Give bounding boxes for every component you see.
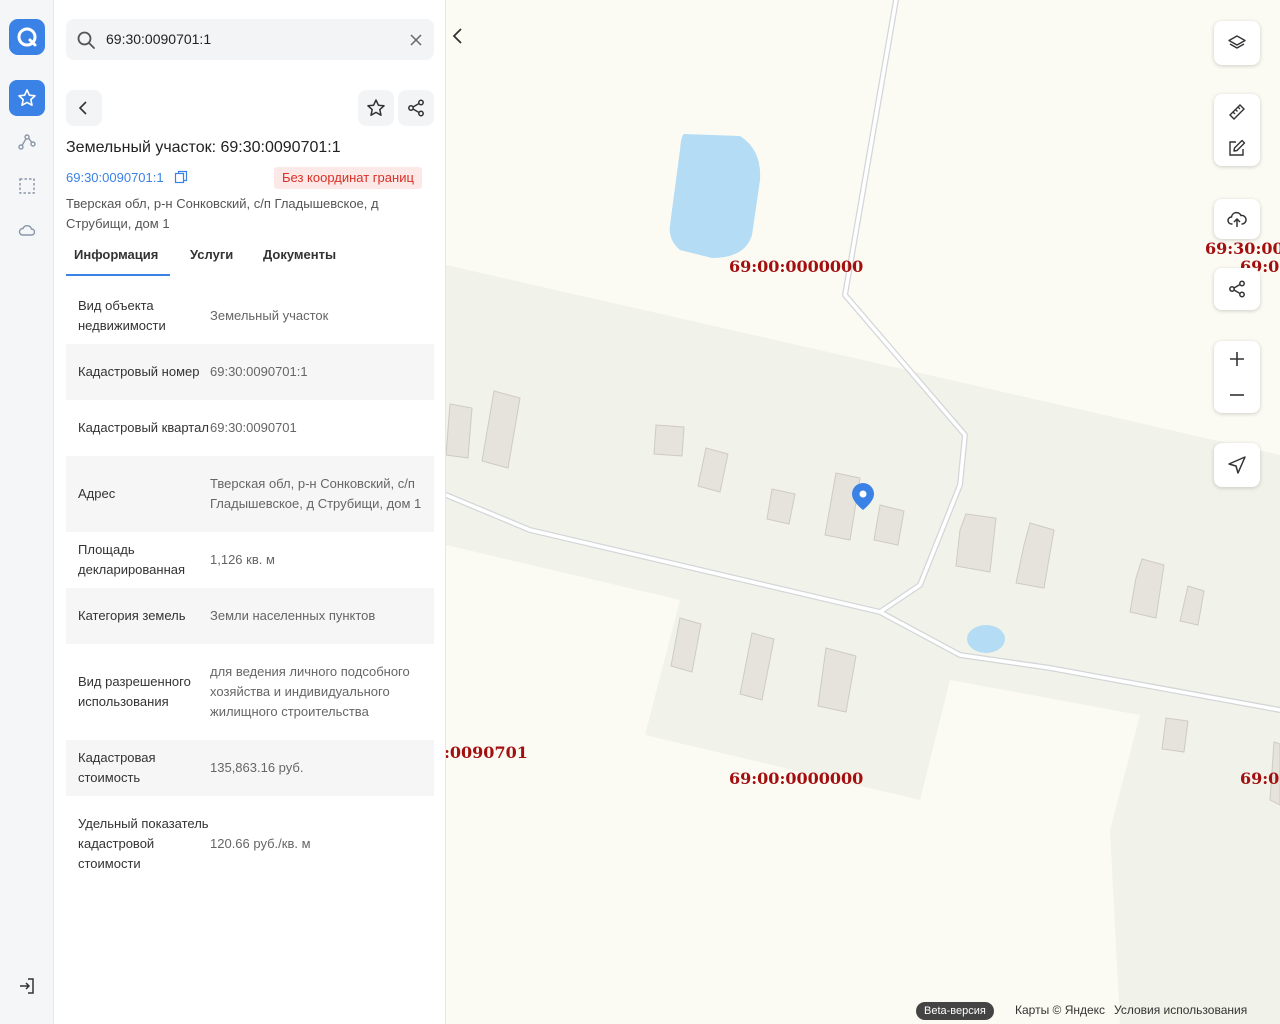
table-row: Вид объекта недвижимости Земельный участ…	[66, 288, 434, 344]
cloud-nav-button[interactable]	[9, 212, 45, 248]
star-icon	[367, 99, 385, 116]
layers-icon	[1228, 35, 1246, 49]
row-key: Кадастровая стоимость	[78, 750, 156, 785]
login-icon	[20, 978, 34, 994]
tab-services[interactable]: Услуги	[190, 240, 233, 276]
pond	[967, 625, 1005, 653]
search-icon	[77, 31, 95, 49]
row-value: Земельный участок	[210, 308, 329, 323]
polyline-icon	[18, 134, 36, 150]
row-value: 1,126 кв. м	[210, 552, 275, 567]
plus-icon	[1230, 352, 1244, 366]
map-label-quarter: 69:00:0000000	[729, 769, 864, 788]
table-row: Площадь декларированная 1,126 кв. м	[66, 532, 434, 588]
measure-tools	[1214, 94, 1260, 166]
map-label-quarter: 69:00:0000000	[729, 257, 864, 276]
row-key: Удельный показатель кадастровой стоимост…	[78, 816, 209, 871]
row-key: Вид разрешенного использования	[78, 674, 191, 709]
no-boundaries-badge: Без координат границ	[274, 167, 422, 189]
layers-button[interactable]	[1214, 21, 1260, 65]
table-row: Удельный показатель кадастровой стоимост…	[66, 796, 434, 892]
cadastral-number-link[interactable]: 69:30:0090701:1	[66, 170, 164, 185]
row-value: 69:30:0090701:1	[210, 364, 308, 379]
row-key: Кадастровый номер	[78, 364, 200, 379]
minus-icon	[1230, 394, 1244, 396]
logout-button[interactable]	[9, 968, 45, 1004]
map-label-quarter: 69:30:00	[1205, 239, 1280, 258]
table-row: Адрес Тверская обл, р-н Сонковский, с/п …	[66, 456, 434, 532]
table-row: Кадастровый квартал 69:30:0090701	[66, 400, 434, 456]
terms-link[interactable]: Условия использования	[1114, 1003, 1247, 1017]
row-value: 135,863.16 руб.	[210, 760, 304, 775]
info-table: Вид объекта недвижимости Земельный участ…	[66, 288, 434, 892]
dashed-square-icon	[19, 178, 35, 194]
geolocation-button[interactable]	[1214, 443, 1260, 487]
row-key: Площадь декларированная	[78, 542, 186, 577]
ruler-icon	[1229, 104, 1245, 120]
zoom-controls	[1214, 341, 1260, 413]
map-share-button[interactable]	[1214, 268, 1260, 310]
object-address: Тверская обл, р-н Сонковский, с/п Гладыш…	[66, 196, 379, 231]
share-icon	[1229, 280, 1245, 298]
share-button[interactable]	[398, 90, 434, 126]
map-label-quarter: 69:0	[1240, 769, 1280, 788]
beta-badge: Beta-версия	[916, 1002, 994, 1020]
zoom-in-button[interactable]	[1214, 341, 1260, 377]
favorites-nav-button[interactable]	[9, 80, 45, 116]
row-value: Земли населенных пунктов	[210, 608, 376, 623]
app-logo-icon[interactable]	[9, 19, 45, 55]
table-row: Кадастровый номер 69:30:0090701:1	[66, 344, 434, 400]
row-key: Вид объекта недвижимости	[78, 298, 166, 333]
collapse-panel-icon[interactable]	[448, 26, 468, 46]
edit-icon	[1229, 139, 1246, 156]
star-icon	[18, 89, 36, 106]
table-row: Вид разрешенного использования для веден…	[66, 644, 434, 740]
chevron-left-icon	[78, 101, 87, 115]
zoom-out-button[interactable]	[1214, 377, 1260, 413]
object-title: Земельный участок: 69:30:0090701:1	[66, 139, 341, 156]
upload-button[interactable]	[1214, 199, 1260, 239]
row-key: Адрес	[78, 486, 116, 501]
map-label-quarter: :0090701	[446, 743, 528, 762]
left-rail	[0, 0, 54, 1024]
cloud-upload-icon	[1227, 211, 1247, 227]
close-icon[interactable]	[406, 30, 426, 50]
object-panel: 69:30:0090701:1 Земельный участок: 69:30…	[54, 0, 446, 1024]
table-row: Кадастровая стоимость 135,863.16 руб.	[66, 740, 434, 796]
row-value: для ведения личного подсобного хозяйства…	[210, 664, 410, 719]
ruler-button[interactable]	[1214, 94, 1260, 130]
edit-button[interactable]	[1214, 130, 1260, 166]
row-key: Кадастровый квартал	[78, 420, 209, 435]
row-value: 69:30:0090701	[210, 420, 297, 435]
row-value: Тверская обл, р-н Сонковский, с/п Гладыш…	[210, 476, 422, 511]
routes-nav-button[interactable]	[9, 124, 45, 160]
share-icon	[408, 99, 424, 117]
search-box[interactable]: 69:30:0090701:1	[66, 19, 434, 60]
tab-info[interactable]: Информация	[66, 240, 170, 276]
copy-icon[interactable]	[174, 170, 188, 184]
row-value: 120.66 руб./кв. м	[210, 836, 311, 851]
lake	[669, 134, 761, 258]
search-input[interactable]: 69:30:0090701:1	[106, 31, 211, 47]
map-layer	[446, 0, 1280, 1024]
cloud-icon	[18, 225, 36, 236]
navigation-arrow-icon	[1228, 456, 1246, 474]
favorite-button[interactable]	[358, 90, 394, 126]
back-button[interactable]	[66, 90, 102, 126]
row-key: Категория земель	[78, 608, 186, 623]
tab-documents[interactable]: Документы	[263, 240, 336, 276]
map-copyright[interactable]: Карты © Яндекс	[1015, 1003, 1105, 1017]
map-canvas[interactable]: 69:00:0000000 69:30:00 69:0 :0090701 69:…	[446, 0, 1280, 1024]
select-area-nav-button[interactable]	[9, 168, 45, 204]
table-row: Категория земель Земли населенных пункто…	[66, 588, 434, 644]
tab-bar: Информация Услуги Документы	[66, 240, 434, 276]
